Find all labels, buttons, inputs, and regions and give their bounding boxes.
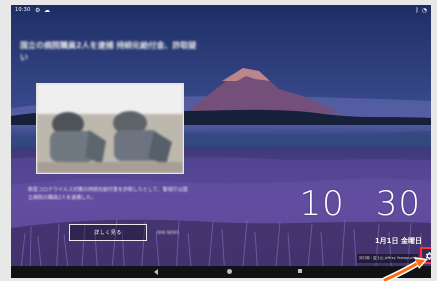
lock-screen-date: 1月1日 金曜日 [374,237,422,245]
news-summary: 新型コロナウイルス対策の持続化給付金を詐取したとして、警視庁は国立病院の職員2人… [28,187,188,201]
settings-button[interactable] [420,247,431,264]
gear-icon: ⚙ [35,7,41,14]
gear-icon [425,251,431,260]
clock-hour: 10 [299,184,345,224]
status-time: 10:30 [15,7,31,13]
tablet-frame: 10:30 ⚙ ☁ ᛒ ◔ 国立の病院職員2人を逮捕 持続化給付金、詐取疑い 新… [0,0,437,281]
read-more-button[interactable]: 詳しく見る [69,224,147,241]
wifi-icon: ◔ [421,7,427,14]
back-icon[interactable] [154,269,158,275]
home-icon[interactable] [227,269,232,274]
lock-screen: 10:30 ⚙ ☁ ᛒ ◔ 国立の病院職員2人を逮捕 持続化給付金、詐取疑い 新… [11,5,431,278]
recent-apps-icon[interactable] [298,269,302,273]
status-bar: 10:30 ⚙ ☁ ᛒ ◔ [11,5,431,16]
navigation-bar [11,266,431,278]
wallpaper-credit: 河口湖・富士山 Jeffrey Yamaguchi [357,254,418,263]
lock-screen-clock: 10 30 [299,185,421,223]
news-title: 国立の病院職員2人を逮捕 持続化給付金、詐取疑い [20,41,197,62]
cloud-icon: ☁ [44,7,50,14]
clock-minute: 30 [375,184,421,224]
news-source: NHK NEWS [157,230,179,235]
news-thumbnail [36,83,184,174]
bluetooth-icon: ᛒ [415,7,419,14]
